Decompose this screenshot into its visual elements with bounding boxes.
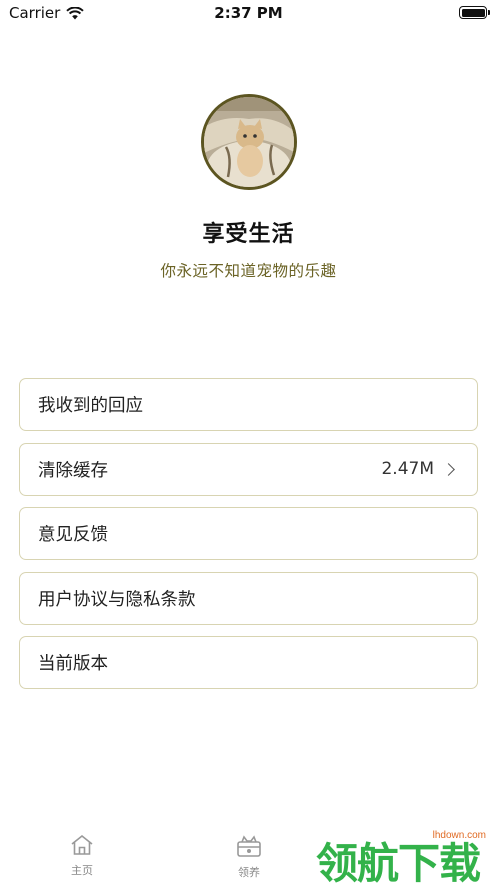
profile-tagline: 你永远不知道宠物的乐趣 (160, 262, 337, 280)
menu-item-clear-cache[interactable]: 清除缓存 2.47M (19, 442, 478, 496)
menu-item-label: 清除缓存 (38, 460, 108, 481)
cat-photo-icon (203, 97, 294, 187)
menu-item-label: 意见反馈 (38, 525, 108, 545)
chevron-right-icon (442, 462, 455, 476)
tab-adopt[interactable]: 领养 (219, 834, 279, 880)
menu-item-label: 用户协议与隐私条款 (38, 589, 196, 610)
menu-item-version[interactable]: 当前版本 (19, 636, 478, 689)
cache-size-value: 2.47M (381, 459, 434, 479)
tab-label: 主页 (71, 864, 93, 877)
adopt-icon (237, 835, 261, 857)
watermark-url: lhdown.com (429, 830, 489, 841)
profile-name: 享受生活 (202, 222, 295, 247)
profile-header: 享受生活 你永远不知道宠物的乐趣 (0, 94, 497, 281)
tab-label: 领养 (238, 866, 260, 879)
menu-item-feedback[interactable]: 意见反馈 (19, 507, 478, 560)
watermark-logo: 领航下载 lhdown.com (316, 826, 497, 883)
home-icon (71, 834, 93, 855)
battery-icon (459, 6, 490, 19)
status-time: 2:37 PM (214, 4, 283, 22)
settings-menu: 我收到的回应 清除缓存 2.47M 意见反馈 用户协议与隐私条款 当前版本 (19, 378, 478, 701)
tab-home[interactable]: 主页 (52, 834, 112, 878)
menu-item-label: 当前版本 (38, 654, 108, 674)
menu-item-label: 我收到的回应 (38, 396, 143, 416)
menu-item-responses[interactable]: 我收到的回应 (19, 378, 478, 431)
status-bar: Carrier 2:37 PM (0, 0, 497, 26)
avatar[interactable] (200, 94, 297, 190)
menu-item-agreement[interactable]: 用户协议与隐私条款 (19, 571, 478, 625)
